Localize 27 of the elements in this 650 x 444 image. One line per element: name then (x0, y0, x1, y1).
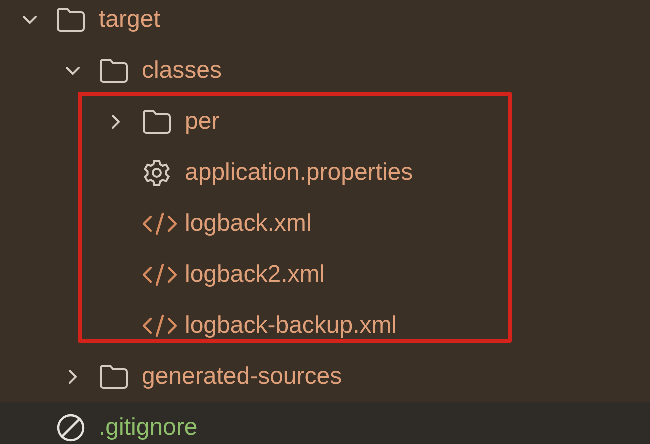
tree-row[interactable]: classes (0, 45, 650, 96)
file-name[interactable]: application.properties (185, 158, 414, 188)
ignore-icon (56, 412, 86, 442)
folder-icon (56, 6, 86, 32)
file-name[interactable]: per (185, 106, 220, 136)
folder-icon (99, 58, 129, 84)
file-name[interactable]: .gitignore (99, 412, 198, 442)
code-icon (142, 262, 178, 288)
file-name[interactable]: logback2.xml (185, 260, 326, 290)
tree-row[interactable]: target (0, 0, 650, 45)
gear-icon (142, 158, 172, 188)
folder-icon (142, 108, 172, 134)
tree-row[interactable]: logback.xml (0, 198, 650, 249)
file-name[interactable]: classes (142, 56, 222, 86)
code-icon (142, 210, 178, 236)
file-name[interactable]: target (99, 4, 160, 34)
tree-row[interactable]: logback-backup.xml (0, 300, 650, 351)
tree-row[interactable]: .gitignore (0, 402, 650, 444)
file-name[interactable]: generated-sources (142, 362, 342, 392)
tree-row[interactable]: generated-sources (0, 351, 650, 402)
folder-icon (99, 364, 129, 390)
file-name[interactable]: logback.xml (185, 208, 312, 238)
tree-row[interactable]: per (0, 96, 650, 147)
file-name[interactable]: logback-backup.xml (185, 310, 398, 340)
tree-row[interactable]: application.properties (0, 147, 650, 198)
code-icon (142, 312, 178, 338)
tree-row[interactable]: logback2.xml (0, 249, 650, 300)
